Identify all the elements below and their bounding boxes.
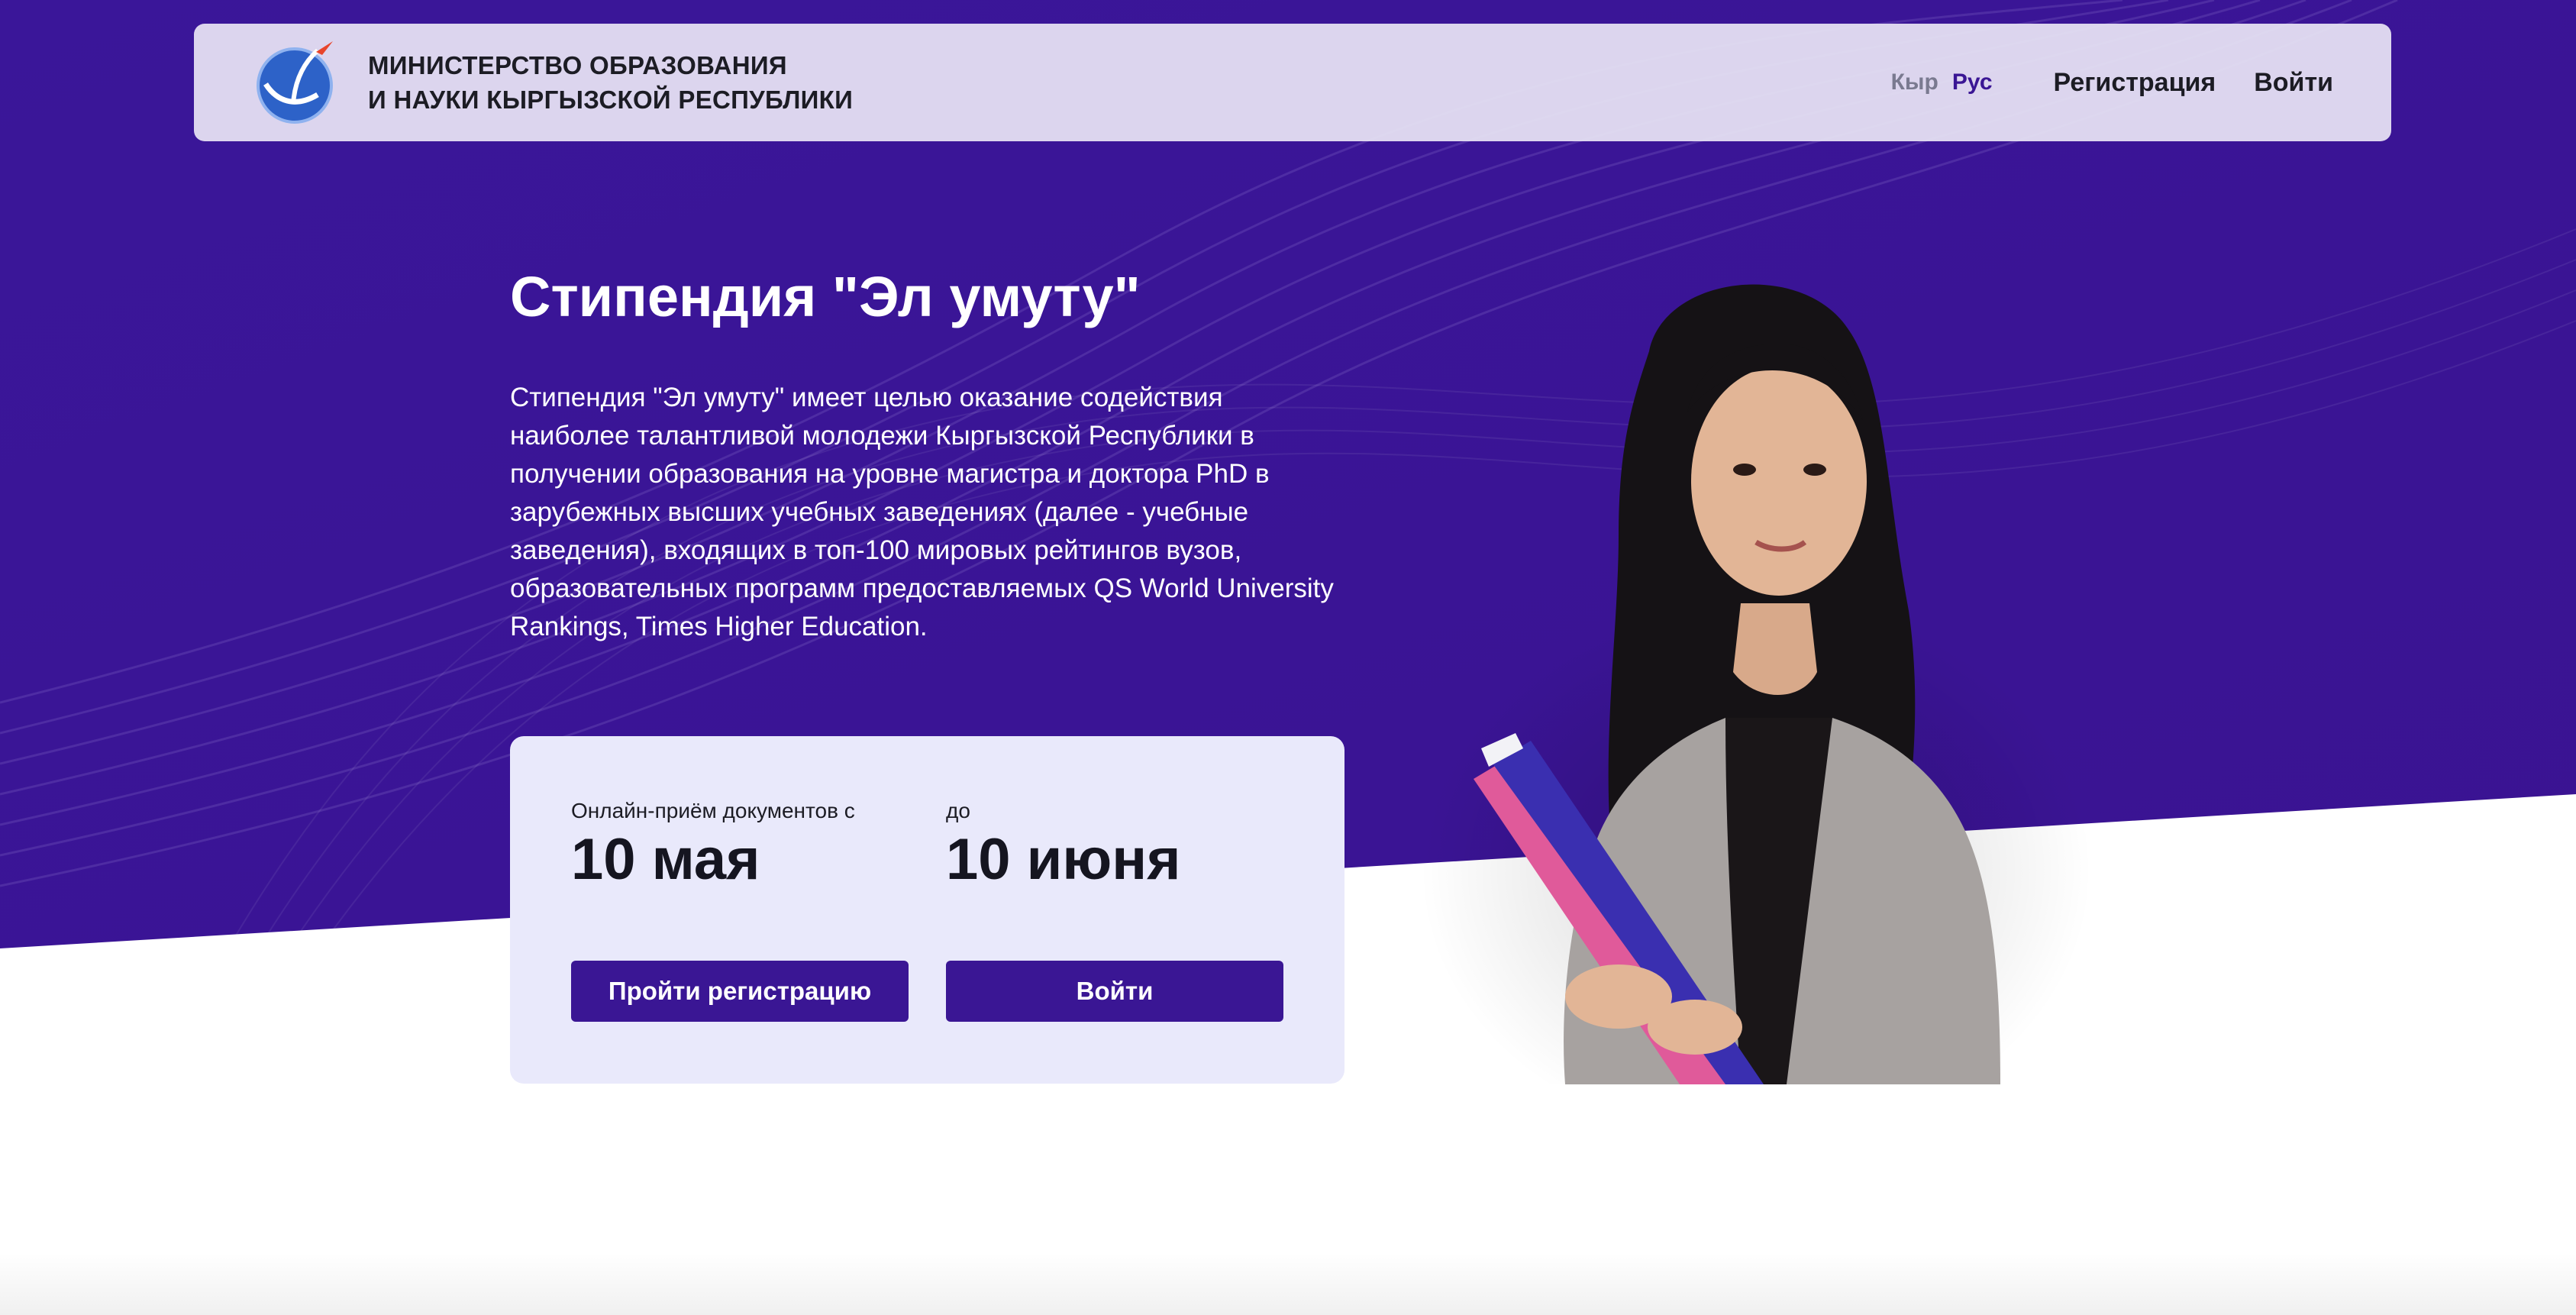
page-title: Стипендия "Эл умуту"	[510, 265, 1141, 328]
section-divider	[0, 1252, 2576, 1315]
hero-photo	[1420, 284, 2092, 1084]
application-card: Онлайн-приём документов с 10 мая до 10 и…	[510, 736, 1344, 1084]
ministry-emblem-icon[interactable]	[252, 38, 341, 127]
end-date: 10 июня	[946, 827, 1181, 892]
start-date-block: Онлайн-приём документов с 10 мая	[571, 799, 855, 893]
ministry-name-line2: И НАУКИ КЫРГЫЗСКОЙ РЕСПУБЛИКИ	[368, 86, 854, 114]
lang-kyrgyz[interactable]: Кыр	[1891, 69, 1938, 95]
login-button[interactable]: Войти	[946, 961, 1283, 1022]
hero-description: Стипендия "Эл умуту" имеет целью оказани…	[510, 383, 1334, 641]
lang-russian[interactable]: Рус	[1952, 69, 1993, 95]
register-button[interactable]: Пройти регистрацию	[571, 961, 909, 1022]
end-label: до	[946, 799, 970, 822]
header-nav: Кыр Рус Регистрация Войти	[1877, 68, 2333, 98]
start-label: Онлайн-приём документов с	[571, 799, 855, 822]
ministry-name: МИНИСТЕРСТВО ОБРАЗОВАНИЯ И НАУКИ КЫРГЫЗС…	[368, 48, 853, 117]
start-date: 10 мая	[571, 827, 760, 892]
hero-background	[0, 0, 2576, 948]
nav-login-link[interactable]: Войти	[2254, 68, 2333, 98]
site-header: МИНИСТЕРСТВО ОБРАЗОВАНИЯ И НАУКИ КЫРГЫЗС…	[194, 24, 2391, 141]
nav-register-link[interactable]: Регистрация	[2054, 68, 2216, 98]
end-date-block: до 10 июня	[946, 799, 1181, 893]
ministry-name-line1: МИНИСТЕРСТВО ОБРАЗОВАНИЯ	[368, 51, 787, 79]
